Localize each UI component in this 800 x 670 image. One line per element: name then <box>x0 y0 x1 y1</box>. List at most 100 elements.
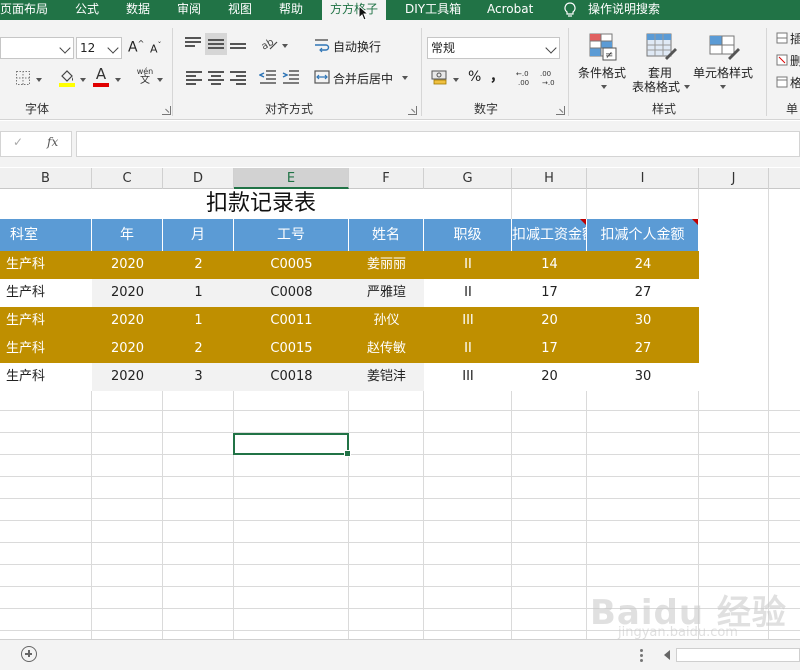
align-left-icon[interactable] <box>186 70 202 85</box>
column-header-c[interactable]: C <box>92 168 163 189</box>
align-bottom-icon[interactable] <box>230 35 246 51</box>
insert-cells-icon[interactable] <box>776 32 788 44</box>
wrap-text-icon[interactable] <box>314 37 330 53</box>
cell-year[interactable]: 2020 <box>92 251 163 279</box>
merge-center-button[interactable]: 合并后居中 <box>333 70 393 87</box>
cell-month[interactable]: 2 <box>163 335 234 363</box>
active-cell-selection[interactable] <box>233 433 351 457</box>
wrap-text-button[interactable]: 自动换行 <box>333 38 381 55</box>
menu-diy-toolbox[interactable]: DIY工具箱 <box>405 0 461 20</box>
column-header-h[interactable]: H <box>512 168 587 189</box>
column-header-f[interactable]: F <box>349 168 424 189</box>
borders-dropdown-icon[interactable] <box>36 78 42 82</box>
column-header-b[interactable]: B <box>0 168 92 189</box>
menu-fangfang[interactable]: 方方格子 <box>322 0 387 20</box>
tell-me-search[interactable]: 操作说明搜索 <box>588 0 660 20</box>
alignment-dialog-launcher-icon[interactable] <box>408 106 417 115</box>
cell-personal-deduction[interactable]: 30 <box>587 307 699 335</box>
cell-personal-deduction[interactable]: 30 <box>587 363 699 391</box>
cell-year[interactable]: 2020 <box>92 363 163 391</box>
cell-dept[interactable]: 生产科 <box>0 307 92 335</box>
cell-employee-id[interactable]: C0018 <box>234 363 349 391</box>
cell-month[interactable]: 1 <box>163 279 234 307</box>
cell-employee-id[interactable]: C0005 <box>234 251 349 279</box>
merge-dropdown-icon[interactable] <box>402 76 408 80</box>
header-cell-personal-deduction[interactable]: 扣减个人金额 <box>587 219 699 251</box>
header-cell-year[interactable]: 年 <box>92 219 163 251</box>
cell-name[interactable]: 赵传敏 <box>349 335 424 363</box>
font-size-combo[interactable]: 12 <box>76 37 122 59</box>
cell-employee-id[interactable]: C0011 <box>234 307 349 335</box>
cell-month[interactable]: 2 <box>163 251 234 279</box>
percent-style-button[interactable]: % <box>468 69 481 85</box>
borders-icon[interactable] <box>15 70 31 86</box>
column-header-i[interactable]: I <box>587 168 699 189</box>
align-middle-icon[interactable] <box>205 33 227 55</box>
number-dialog-launcher-icon[interactable] <box>556 106 565 115</box>
cell-name[interactable]: 严雅瑄 <box>349 279 424 307</box>
orientation-dropdown-icon[interactable] <box>282 44 288 48</box>
cell-personal-deduction[interactable]: 27 <box>587 335 699 363</box>
menu-page-layout[interactable]: 页面布局 <box>0 0 48 20</box>
cell-grade[interactable]: III <box>424 307 512 335</box>
cell-name[interactable]: 孙仪 <box>349 307 424 335</box>
more-tabs-icon[interactable] <box>640 649 643 663</box>
cell-name[interactable]: 姜丽丽 <box>349 251 424 279</box>
confirm-entry-icon[interactable]: ✓ <box>13 135 23 149</box>
worksheet-grid[interactable]: 扣款记录表 科室 年 月 工号 姓名 职级 扣减工资金额 扣减个人金额 生产科2… <box>0 189 800 639</box>
sheet-title[interactable]: 扣款记录表 <box>86 189 436 219</box>
scroll-left-arrow-icon[interactable] <box>664 650 670 660</box>
header-cell-grade[interactable]: 职级 <box>424 219 512 251</box>
insert-function-icon[interactable]: fx <box>47 135 58 149</box>
accounting-dropdown-icon[interactable] <box>453 78 459 82</box>
cell-month[interactable]: 1 <box>163 307 234 335</box>
column-header-g[interactable]: G <box>424 168 512 189</box>
cell-grade[interactable]: III <box>424 363 512 391</box>
cell-salary-deduction[interactable]: 17 <box>512 279 587 307</box>
header-cell-month[interactable]: 月 <box>163 219 234 251</box>
column-header-d[interactable]: D <box>163 168 234 189</box>
menu-review[interactable]: 审阅 <box>177 0 201 20</box>
cell-year[interactable]: 2020 <box>92 279 163 307</box>
conditional-formatting-dropdown-icon[interactable] <box>601 85 607 89</box>
cell-year[interactable]: 2020 <box>92 335 163 363</box>
header-cell-employee-id[interactable]: 工号 <box>234 219 349 251</box>
align-right-icon[interactable] <box>230 70 246 85</box>
cell-salary-deduction[interactable]: 20 <box>512 307 587 335</box>
add-sheet-icon[interactable] <box>21 646 37 662</box>
fill-color-icon[interactable] <box>58 68 76 88</box>
font-dialog-launcher-icon[interactable] <box>162 106 171 115</box>
delete-cells-button[interactable]: 删 <box>790 52 800 69</box>
accounting-format-icon[interactable] <box>431 69 449 85</box>
format-as-table-icon[interactable] <box>645 32 677 62</box>
cell-styles-button[interactable]: 单元格样式 <box>691 66 755 81</box>
format-as-table-dropdown-icon[interactable] <box>684 85 690 89</box>
cell-salary-deduction[interactable]: 17 <box>512 335 587 363</box>
comma-style-button[interactable]: ， <box>490 66 504 86</box>
increase-font-button[interactable]: A^ <box>128 39 144 56</box>
conditional-formatting-button[interactable]: 条件格式 <box>576 66 628 81</box>
delete-cells-icon[interactable] <box>776 54 788 66</box>
cell-dept[interactable]: 生产科 <box>0 363 92 391</box>
insert-cells-button[interactable]: 插 <box>790 30 800 47</box>
cell-grade[interactable]: II <box>424 279 512 307</box>
merge-center-icon[interactable] <box>314 69 330 85</box>
font-color-dropdown-icon[interactable] <box>115 78 121 82</box>
phonetic-guide-icon[interactable]: wén 文 <box>136 67 154 87</box>
format-cells-button[interactable]: 格 <box>790 74 800 91</box>
phonetic-dropdown-icon[interactable] <box>157 78 163 82</box>
cell-grade[interactable]: II <box>424 251 512 279</box>
cell-styles-icon[interactable] <box>708 32 740 62</box>
header-cell-dept[interactable]: 科室 <box>0 219 92 251</box>
decrease-font-button[interactable]: Aˇ <box>150 41 162 56</box>
format-cells-icon[interactable] <box>776 76 788 88</box>
cell-personal-deduction[interactable]: 24 <box>587 251 699 279</box>
cell-dept[interactable]: 生产科 <box>0 279 92 307</box>
number-format-combo[interactable]: 常规 <box>427 37 560 59</box>
menu-acrobat[interactable]: Acrobat <box>487 0 533 20</box>
cell-dept[interactable]: 生产科 <box>0 251 92 279</box>
header-cell-name[interactable]: 姓名 <box>349 219 424 251</box>
cell-styles-dropdown-icon[interactable] <box>720 85 726 89</box>
orientation-icon[interactable]: ab <box>260 36 280 52</box>
horizontal-scrollbar[interactable] <box>676 648 800 662</box>
